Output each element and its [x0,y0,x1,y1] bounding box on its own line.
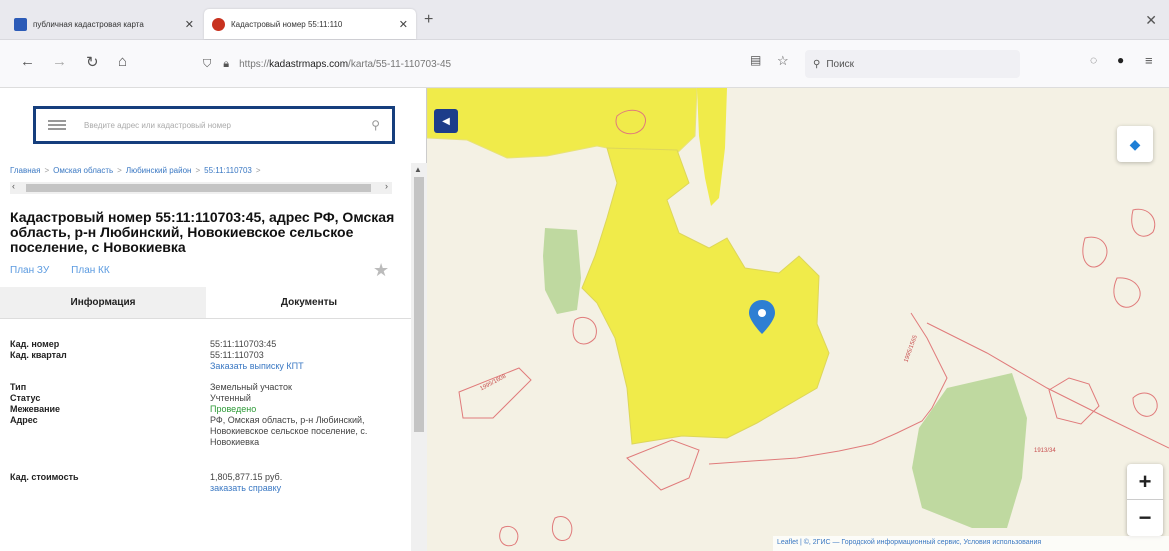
order-certificate-link[interactable]: заказать справку [210,483,385,494]
hamburger-menu-icon[interactable] [48,120,66,130]
breadcrumb-item[interactable]: Омская область [53,166,113,175]
boundary-line [626,439,700,491]
zoom-in-button[interactable]: + [1127,464,1163,500]
map-canvas[interactable] [427,88,1169,551]
search-icon[interactable]: ⚲ [371,118,380,132]
zoom-out-button[interactable]: − [1127,500,1163,536]
plan-zu-link[interactable]: План ЗУ [10,265,49,276]
window-close-button[interactable]: ✕ [1145,12,1157,29]
info-value: Учтенный [210,393,251,403]
tab-title: Кадастровый номер 55:11:110 [231,19,343,29]
scroll-up-icon[interactable]: ▲ [414,165,422,174]
field-polygon [543,228,581,314]
tab-title: публичная кадастровая карта [33,19,144,29]
scroll-right-icon[interactable]: › [385,181,388,191]
field-polygon [912,373,1027,528]
info-value: РФ, Омская область, р-н Любинский, Новок… [210,415,368,447]
home-icon[interactable]: ⌂ [118,53,127,70]
lock-icon: 🔒︎ [223,57,230,70]
breadcrumb-item[interactable]: 55:11:110703 [204,166,252,175]
info-key: Кад. номер [10,339,60,349]
parcel-polygon [581,147,830,445]
map-view[interactable]: 1995/1608 1995/1565 1913/34 ◀ ◆ + − Leaf… [427,88,1169,551]
scrollbar-thumb[interactable] [414,177,424,432]
map-attribution[interactable]: Leaflet | ©, 2ГИС — Городской информацио… [773,536,1169,551]
boundary-line [551,516,573,541]
close-icon[interactable]: ✕ [399,18,408,31]
info-key: Межевание [10,404,61,414]
info-key: Кад. квартал [10,350,67,360]
browser-search-placeholder: Поиск [826,58,855,70]
plan-links: План ЗУ План КК [10,265,132,276]
parcel-polygon [697,88,727,206]
info-value: Проведено [210,404,257,414]
info-value: 55:11:110703:45 [210,339,277,349]
info-key: Кад. стоимость [10,472,79,482]
boundary-line [1082,236,1108,268]
browser-tab-cadastral-number[interactable]: Кадастровый номер 55:11:110 ✕ [204,9,416,39]
zoom-control: + − [1127,464,1163,536]
parcel-polygon [427,88,698,159]
browser-nav-bar: ← → ↻ ⌂ ⛉ 🔒︎ https://kadastrmaps.com/kar… [0,40,1169,88]
boundary-line [1131,208,1156,237]
info-value: 1,805,877.15 руб. заказать справку [210,472,385,494]
account-icon[interactable]: ● [1117,53,1124,67]
site-favicon-icon [14,17,27,31]
info-key: Адрес [10,415,38,425]
vertical-scrollbar[interactable]: ▲ [411,163,427,551]
scroll-left-icon[interactable]: ‹ [12,181,15,191]
reload-icon[interactable]: ↻ [86,53,99,71]
address-search-input[interactable]: Введите адрес или кадастровый номер ⚲ [33,106,395,144]
horizontal-scrollbar[interactable]: ‹ › [10,181,392,194]
tab-information[interactable]: Информация [0,287,206,318]
search-placeholder: Введите адрес или кадастровый номер [84,120,231,130]
boundary-line [572,316,597,345]
breadcrumb: Главная > Омская область > Любинский район >5… [10,166,261,175]
address-bar[interactable]: ⛉ 🔒︎ https://kadastrmaps.com/karta/55-11… [189,48,799,80]
order-kpt-link[interactable]: Заказать выписку КПТ [210,361,385,372]
boundary-line [458,367,532,419]
bookmark-star-icon[interactable]: ☆ [777,53,789,69]
info-sidebar: Введите адрес или кадастровый номер ⚲ Гл… [0,88,427,551]
search-icon: ⚲ [813,58,821,70]
boundary-line [1132,392,1158,417]
breadcrumb-item[interactable]: Главная [10,166,40,175]
browser-tab-cadastral-map[interactable]: публичная кадастровая карта ✕ [6,9,202,39]
shield-icon: ⛉ [203,57,212,70]
info-tabs: Информация Документы [0,287,412,319]
info-value-text: 1,805,877.15 руб. [210,472,283,482]
info-value: 55:11:110703 Заказать выписку КПТ [210,350,385,372]
plan-kk-link[interactable]: План КК [71,265,110,276]
info-value-text: 55:11:110703 [210,350,264,360]
url-text: https://kadastrmaps.com/karta/55-11-1107… [239,58,452,70]
info-key: Тип [10,382,27,392]
site-favicon-icon [212,17,225,31]
info-value: Земельный участок [210,382,292,392]
browser-search-field[interactable]: ⚲ Поиск [805,50,1020,78]
tab-documents[interactable]: Документы [206,287,412,318]
scrollbar-thumb[interactable] [26,184,371,192]
page-title: Кадастровый номер 55:11:110703:45, адрес… [10,209,395,255]
info-key: Статус [10,393,41,403]
menu-icon[interactable]: ≡ [1145,53,1153,68]
pocket-icon[interactable]: ◌ [1090,53,1097,67]
breadcrumb-item[interactable]: Любинский район [126,166,192,175]
back-arrow-icon[interactable]: ← [20,53,35,70]
browser-tab-bar: публичная кадастровая карта ✕ Кадастровы… [0,0,1169,40]
forward-arrow-icon[interactable]: → [52,53,67,70]
new-tab-button[interactable]: + [424,11,433,29]
boundary-line [1113,277,1141,308]
reader-view-icon[interactable]: ▤ [750,53,761,67]
layers-icon[interactable]: ◆ [1117,126,1153,162]
close-icon[interactable]: ✕ [185,18,194,31]
parcel-label: 1913/34 [1034,448,1056,454]
boundary-line [499,526,519,547]
favorite-star-icon[interactable]: ★ [373,260,389,281]
collapse-sidebar-button[interactable]: ◀ [434,109,458,133]
